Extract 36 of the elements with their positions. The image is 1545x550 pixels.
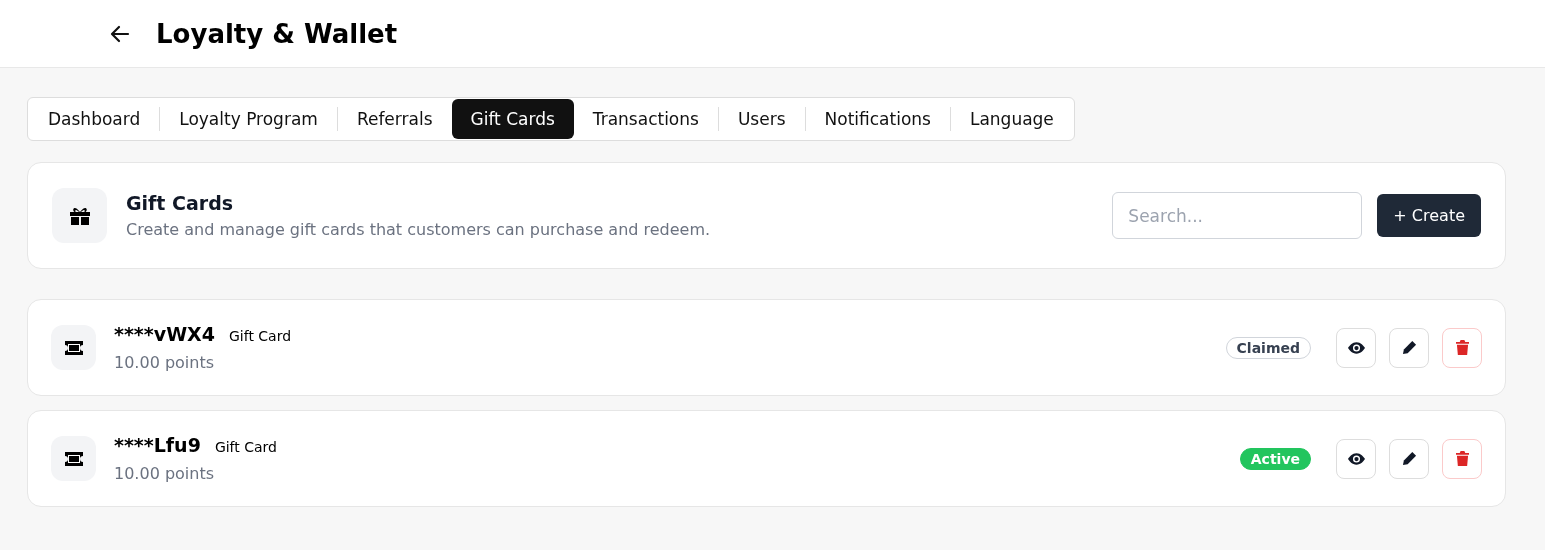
card-code: ****Lfu9 xyxy=(114,434,201,456)
tab[interactable]: Users xyxy=(718,99,805,139)
create-button[interactable]: + Create xyxy=(1377,194,1481,237)
trash-icon xyxy=(1455,340,1469,355)
tab[interactable]: Gift Cards xyxy=(451,99,574,139)
tab[interactable]: Notifications xyxy=(805,99,950,139)
card-amount: 10.00 points xyxy=(114,353,216,372)
pencil-icon xyxy=(1401,451,1417,466)
page-title: Loyalty & Wallet xyxy=(156,18,398,49)
ticket-icon xyxy=(63,451,84,466)
card-code: ****vWX4 xyxy=(114,323,215,345)
tab[interactable]: Loyalty Program xyxy=(160,99,337,139)
section-title: Gift Cards xyxy=(126,192,235,214)
status-badge: Active xyxy=(1239,447,1311,470)
tab[interactable]: Transactions xyxy=(573,99,718,139)
eye-icon xyxy=(1347,341,1365,354)
status-badge: Claimed xyxy=(1225,336,1311,359)
card-type: Gift Card xyxy=(214,439,277,455)
ticket-icon xyxy=(63,340,84,355)
edit-button[interactable] xyxy=(1389,438,1429,479)
delete-button[interactable] xyxy=(1442,438,1482,479)
section-description: Create and manage gift cards that customers can purchase and redeem. xyxy=(126,220,712,239)
gift-icon xyxy=(69,206,90,225)
view-button[interactable] xyxy=(1336,327,1376,368)
delete-button[interactable] xyxy=(1442,327,1482,368)
eye-icon xyxy=(1347,452,1365,465)
edit-button[interactable] xyxy=(1389,327,1429,368)
view-button[interactable] xyxy=(1336,438,1376,479)
tab[interactable]: Dashboard xyxy=(29,99,160,139)
trash-icon xyxy=(1455,451,1469,466)
card-amount: 10.00 points xyxy=(114,464,216,483)
search-field[interactable]: Search... xyxy=(1112,192,1363,239)
card-type: Gift Card xyxy=(228,328,292,344)
tab[interactable]: Language xyxy=(950,99,1073,139)
pencil-icon xyxy=(1401,340,1417,355)
tab[interactable]: Referrals xyxy=(337,99,452,139)
